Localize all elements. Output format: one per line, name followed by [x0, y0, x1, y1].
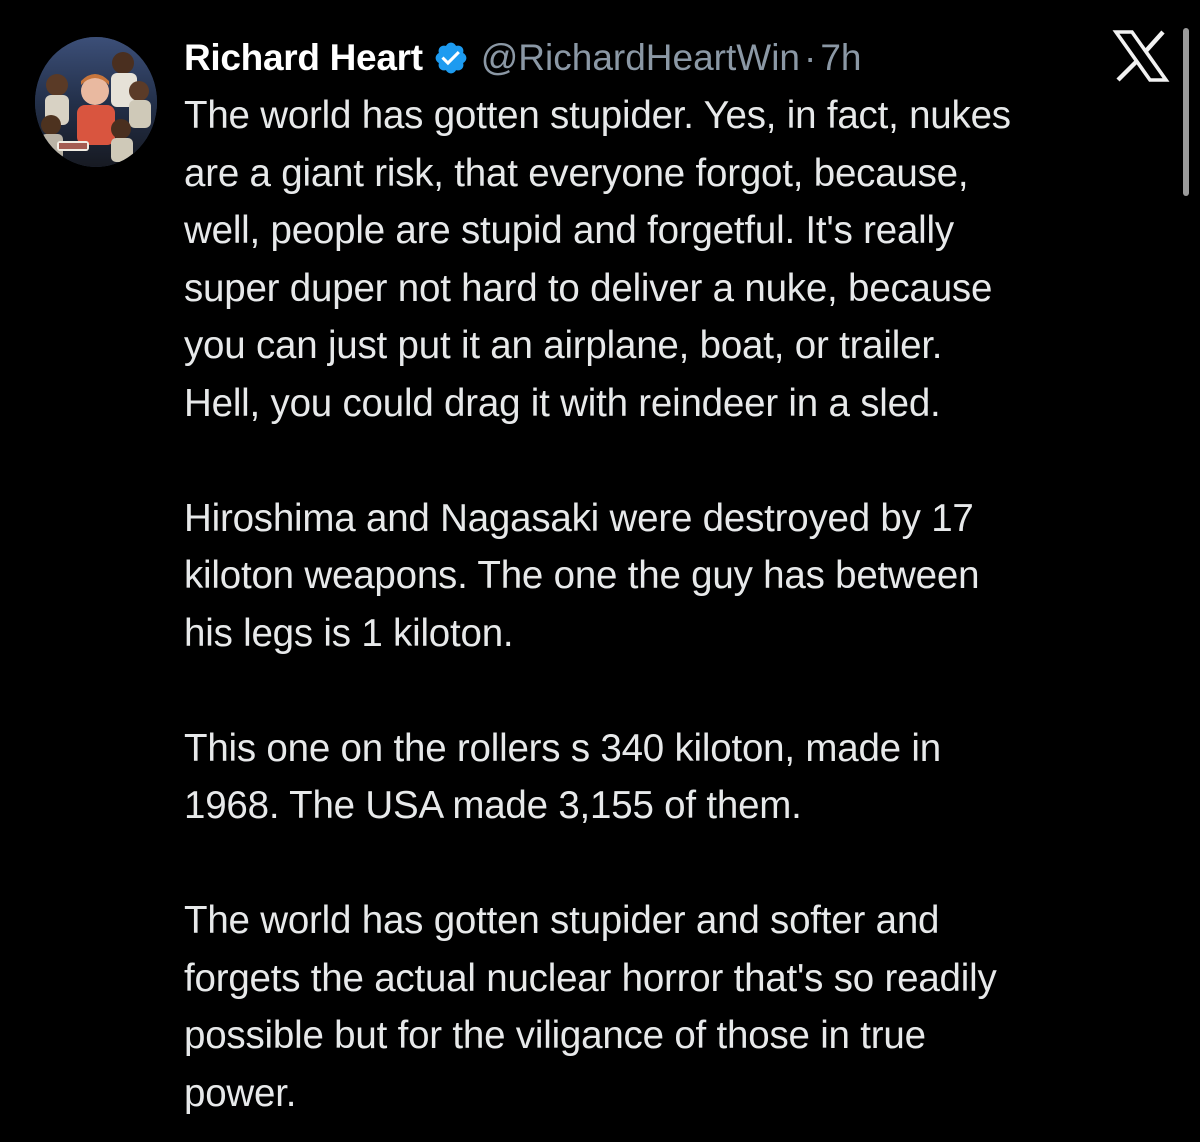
tweet-line: Hiroshima and Nagasaki were destroyed by… [184, 496, 974, 540]
tweet-text: The world has gotten stupider. Yes, in f… [184, 87, 1174, 1122]
x-logo-icon [1112, 30, 1170, 82]
tweet-line: well, people are stupid and forgetful. I… [184, 209, 954, 252]
tweet-line: power. [184, 1071, 297, 1115]
tweet-line: forgets the actual nuclear horror that's… [184, 956, 997, 1000]
scrollbar-thumb[interactable] [1183, 28, 1189, 196]
tweet-paragraph: The world has gotten stupider and softer… [184, 892, 1174, 1122]
tweet-paragraph: Hiroshima and Nagasaki were destroyed by… [184, 490, 1174, 663]
tweet-card: Richard Heart @RichardHeartWin · 7h The … [0, 0, 1200, 1142]
tweet-line: super duper not hard to deliver a nuke, … [184, 266, 993, 310]
tweet-line: are a giant risk, that everyone forgot, … [184, 151, 969, 195]
header-separator: · [804, 37, 817, 78]
tweet-line: The world has gotten stupider and softer… [184, 899, 940, 942]
tweet-line: This one on the rollers s 340 kiloton, m… [184, 726, 941, 770]
verified-badge-icon [433, 40, 469, 76]
tweet-line: Hell, you could drag it with reindeer in… [184, 381, 941, 425]
tweet-line: kiloton weapons. The one the guy has bet… [184, 554, 980, 597]
tweet-paragraph: The world has gotten stupider. Yes, in f… [184, 87, 1174, 432]
avatar-image [35, 37, 157, 167]
tweet-line: 1968. The USA made 3,155 of them. [184, 784, 802, 827]
tweet-timestamp[interactable]: 7h [820, 37, 861, 79]
tweet-paragraph: This one on the rollers s 340 kiloton, m… [184, 720, 1174, 835]
tweet-line: his legs is 1 kiloton. [184, 611, 514, 655]
author-handle[interactable]: @RichardHeartWin [481, 37, 800, 79]
tweet-header: Richard Heart @RichardHeartWin · 7h [184, 30, 1084, 86]
tweet-line: you can just put it an airplane, boat, o… [184, 324, 943, 367]
tweet-line: possible but for the viligance of those … [184, 1014, 926, 1057]
avatar[interactable] [35, 37, 157, 167]
author-display-name[interactable]: Richard Heart [184, 37, 423, 79]
tweet-line: The world has gotten stupider. Yes, in f… [184, 94, 1011, 137]
